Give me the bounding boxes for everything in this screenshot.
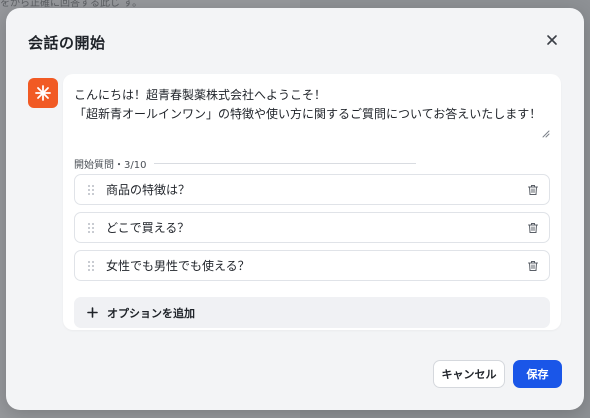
starter-questions-label: 開始質問・3/10 — [74, 160, 147, 171]
save-button[interactable]: 保存 — [513, 360, 562, 388]
add-option-button[interactable]: オプションを追加 — [74, 297, 550, 328]
asterisk-icon — [35, 85, 51, 101]
add-option-label: オプションを追加 — [107, 306, 195, 320]
close-button[interactable] — [542, 30, 562, 50]
question-item[interactable]: 女性でも男性でも使える？ — [74, 250, 550, 281]
welcome-line-2: 「超新青オールインワン」の特徴や使い方に関するご質問についてお答えいたします！ — [74, 107, 542, 121]
conversation-start-dialog: 会話の開始 こんにちは！超青春製薬株式会社へようこそ！ 「超新青オールインワン」… — [6, 8, 584, 410]
cancel-button[interactable]: キャンセル — [433, 360, 505, 388]
trash-icon[interactable] — [527, 184, 539, 196]
bot-avatar — [28, 78, 58, 108]
opening-message-card: こんにちは！超青春製薬株式会社へようこそ！ 「超新青オールインワン」の特徴や使い… — [63, 74, 561, 330]
trash-icon[interactable] — [527, 222, 539, 234]
dialog-title: 会話の開始 — [28, 34, 106, 52]
question-text[interactable]: どこで買える？ — [106, 219, 527, 236]
section-divider — [154, 163, 417, 164]
plus-icon — [87, 307, 98, 318]
close-icon — [547, 35, 557, 45]
question-text[interactable]: 商品の特徴は？ — [106, 181, 527, 198]
welcome-message-textarea[interactable]: こんにちは！超青春製薬株式会社へようこそ！ 「超新青オールインワン」の特徴や使い… — [74, 86, 544, 124]
trash-icon[interactable] — [527, 260, 539, 272]
drag-handle-icon[interactable] — [87, 222, 95, 234]
welcome-line-1: こんにちは！超青春製薬株式会社へようこそ！ — [74, 88, 327, 102]
question-item[interactable]: どこで買える？ — [74, 212, 550, 243]
question-item[interactable]: 商品の特徴は？ — [74, 174, 550, 205]
drag-handle-icon[interactable] — [87, 184, 95, 196]
question-text[interactable]: 女性でも男性でも使える？ — [106, 257, 527, 274]
drag-handle-icon[interactable] — [87, 260, 95, 272]
resize-handle-icon[interactable] — [542, 130, 550, 138]
starter-questions-header: 開始質問・3/10 — [74, 156, 417, 171]
